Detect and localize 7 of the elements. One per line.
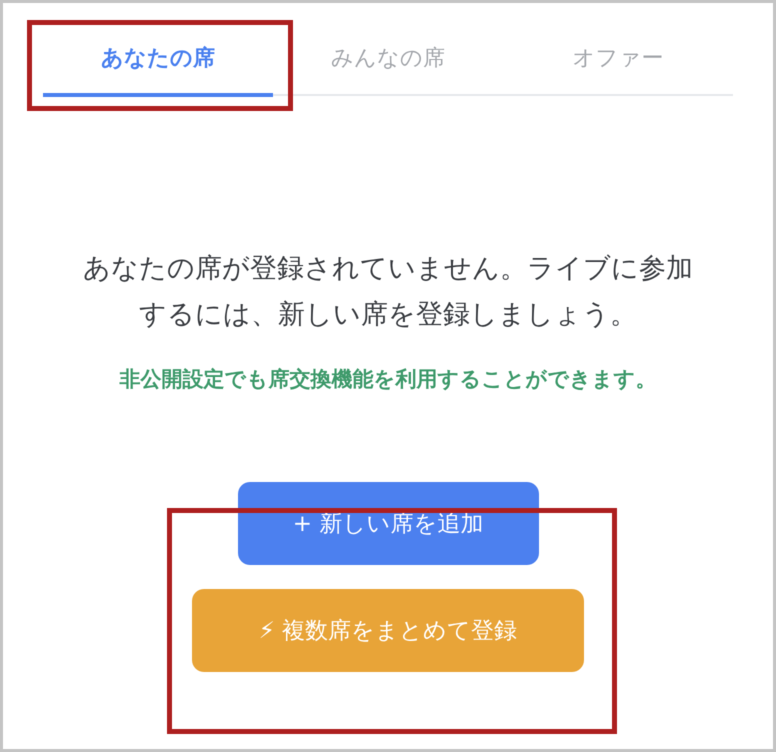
tab[interactable]: あなたの席 — [43, 37, 273, 97]
add-seat-button[interactable]: + 新しい席を追加 — [238, 482, 538, 565]
bulk-register-button[interactable]: ⚡ 複数席をまとめて登録 — [192, 589, 584, 672]
empty-message: あなたの席が登録されていません。ライブに参加するには、新しい席を登録しましょう。 — [82, 252, 694, 332]
tab[interactable]: みんなの席 — [273, 37, 503, 97]
tab[interactable]: オファー — [503, 37, 733, 97]
privacy-note: 非公開設定でも席交換機能を利用することができます。 — [118, 366, 658, 393]
